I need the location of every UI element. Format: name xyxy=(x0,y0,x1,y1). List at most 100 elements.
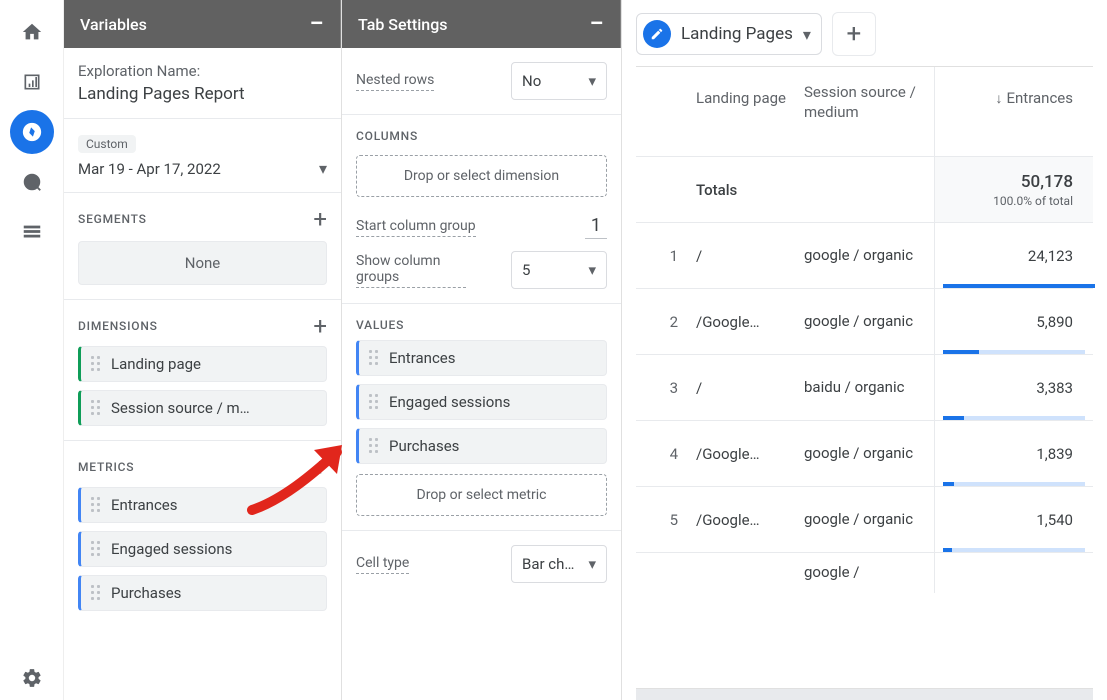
bar-track xyxy=(943,416,1085,420)
caret-down-icon: ▾ xyxy=(319,159,327,178)
drag-handle-icon[interactable] xyxy=(369,350,381,366)
col-landing-page[interactable]: Landing page xyxy=(696,67,804,156)
drag-handle-icon[interactable] xyxy=(91,400,103,416)
start-column-group-value[interactable]: 1 xyxy=(585,215,607,239)
add-dimension-button[interactable]: + xyxy=(313,314,327,338)
exploration-name-label: Exploration Name: xyxy=(78,62,327,80)
bar-track xyxy=(943,548,1085,552)
collapse-tab-settings-icon[interactable]: − xyxy=(589,11,604,37)
table-row: 3/baidu / organic3,383 xyxy=(636,355,1093,421)
drag-handle-icon[interactable] xyxy=(369,394,381,410)
metrics-section: METRICS + Entrances Engaged sessions Pur… xyxy=(64,441,341,625)
nav-admin[interactable] xyxy=(10,656,54,700)
value-chip[interactable]: Entrances xyxy=(356,340,607,376)
cell-entrances-value: 1,540 xyxy=(1036,511,1073,529)
cell-landing-page: /Google… xyxy=(696,289,804,354)
nested-rows-select[interactable]: No ▾ xyxy=(511,62,607,100)
values-section: VALUES Entrances Engaged sessions Purcha… xyxy=(342,304,621,531)
row-index: 1 xyxy=(636,223,696,288)
nested-rows-label: Nested rows xyxy=(356,72,434,91)
segments-section: SEGMENTS + None xyxy=(64,193,341,300)
values-drop-target[interactable]: Drop or select metric xyxy=(356,474,607,516)
report-canvas: Landing Pages ▾ + Landing page Session s… xyxy=(622,0,1107,700)
metric-chip[interactable]: Entrances xyxy=(78,487,327,523)
cell-entrances: 24,123 xyxy=(934,223,1093,288)
value-chip[interactable]: Purchases xyxy=(356,428,607,464)
value-chip[interactable]: Engaged sessions xyxy=(356,384,607,420)
nav-advertising[interactable] xyxy=(10,160,54,204)
tab-menu-caret-icon[interactable]: ▾ xyxy=(803,25,811,44)
table-header-row: Landing page Session source / medium ↓ E… xyxy=(636,67,1093,157)
table-row: 5/Google…google / organic 1,540 xyxy=(636,487,1093,553)
cell-entrances: 5,890 xyxy=(934,289,1093,354)
chip-label: Session source / m… xyxy=(111,399,250,417)
drag-handle-icon[interactable] xyxy=(369,438,381,454)
row-index: 5 xyxy=(636,487,696,552)
active-tab[interactable]: Landing Pages ▾ xyxy=(636,13,822,55)
add-segment-button[interactable]: + xyxy=(313,207,327,231)
nav-configure[interactable] xyxy=(10,210,54,254)
nav-reports[interactable] xyxy=(10,60,54,104)
nav-home[interactable] xyxy=(10,10,54,54)
col-entrances[interactable]: ↓ Entrances xyxy=(934,67,1093,156)
metric-chip[interactable]: Engaged sessions xyxy=(78,531,327,567)
caret-down-icon: ▾ xyxy=(588,555,596,573)
totals-row: Totals 50,178 100.0% of total xyxy=(636,157,1093,223)
dimension-chip[interactable]: Landing page xyxy=(78,346,327,382)
bar-fill xyxy=(943,284,1095,288)
totals-label: Totals xyxy=(696,157,934,222)
cell-entrances-value: 3,383 xyxy=(1036,379,1073,397)
chip-label: Entrances xyxy=(111,496,178,514)
chip-label: Engaged sessions xyxy=(389,393,510,411)
bar-fill xyxy=(943,482,954,486)
cell-type-select[interactable]: Bar ch… ▾ xyxy=(511,545,607,583)
chip-label: Purchases xyxy=(111,584,181,602)
dimensions-section: DIMENSIONS + Landing page Session source… xyxy=(64,300,341,441)
cell-source-medium: google / organic xyxy=(804,421,934,486)
segments-title: SEGMENTS xyxy=(78,212,147,226)
table-row: 2/Google…google / organic 5,890 xyxy=(636,289,1093,355)
variables-panel: Variables − Exploration Name: Landing Pa… xyxy=(64,0,342,700)
cell-landing-page: /Google… xyxy=(696,421,804,486)
tab-settings-header: Tab Settings − xyxy=(342,0,621,48)
nav-explore[interactable] xyxy=(10,110,54,154)
drag-handle-icon[interactable] xyxy=(91,356,103,372)
cell-landing-page: /Google… xyxy=(696,487,804,552)
cell-source-medium: google / organic xyxy=(804,289,934,354)
add-metric-button[interactable]: + xyxy=(313,455,327,479)
col-entrances-label: Entrances xyxy=(1007,89,1074,107)
cell-source-medium: google / organic xyxy=(804,487,934,552)
drag-handle-icon[interactable] xyxy=(91,497,103,513)
row-index: 2 xyxy=(636,289,696,354)
tab-settings-panel: Tab Settings − Nested rows No ▾ COLUMNS … xyxy=(342,0,622,700)
drag-handle-icon[interactable] xyxy=(91,585,103,601)
cell-source-medium: baidu / organic xyxy=(804,355,934,420)
edit-tab-icon[interactable] xyxy=(643,20,671,48)
col-session-source-medium[interactable]: Session source / medium xyxy=(804,67,934,156)
date-range-section[interactable]: Custom Mar 19 - Apr 17, 2022 ▾ xyxy=(64,119,341,193)
cell-entrances-value: 5,890 xyxy=(1036,313,1073,331)
collapse-variables-icon[interactable]: − xyxy=(309,11,324,37)
dimension-chip[interactable]: Session source / m… xyxy=(78,390,327,426)
variables-title: Variables xyxy=(80,15,147,34)
show-column-groups-select[interactable]: 5 ▾ xyxy=(511,251,607,289)
columns-section: COLUMNS Drop or select dimension Start c… xyxy=(342,115,621,304)
add-tab-button[interactable]: + xyxy=(832,12,876,56)
cell-source-medium: google / xyxy=(804,553,934,593)
exploration-name-value[interactable]: Landing Pages Report xyxy=(78,84,327,104)
exploration-name-section: Exploration Name: Landing Pages Report xyxy=(64,48,341,119)
nested-rows-section: Nested rows No ▾ xyxy=(342,48,621,115)
cell-landing-page: / xyxy=(696,223,804,288)
segments-none[interactable]: None xyxy=(78,241,327,285)
drag-handle-icon[interactable] xyxy=(91,541,103,557)
bar-track xyxy=(943,482,1085,486)
values-title: VALUES xyxy=(356,318,607,332)
horizontal-scrollbar[interactable] xyxy=(636,688,1093,700)
tab-settings-title: Tab Settings xyxy=(358,15,448,34)
metric-chip[interactable]: Purchases xyxy=(78,575,327,611)
nav-rail xyxy=(0,0,64,700)
show-column-groups-label: Show column groups xyxy=(356,253,466,288)
columns-drop-target[interactable]: Drop or select dimension xyxy=(356,155,607,197)
start-column-group-label: Start column group xyxy=(356,218,476,237)
caret-down-icon: ▾ xyxy=(588,261,596,279)
